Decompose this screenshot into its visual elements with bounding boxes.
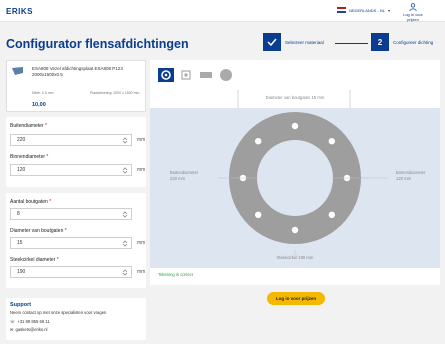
bolt-diameter-label: Diameter van boutgaten *: [10, 228, 67, 234]
bolt-count-label: Aantal boutgaten *: [10, 199, 52, 205]
bolt-hole: [291, 122, 299, 130]
gasket-sheet-icon: [12, 67, 23, 75]
support-email-address: gaskets@eriks.nl: [15, 327, 48, 332]
top-bar: ERIKS NEDERLANDS - NL ▾ Log in voor prij…: [0, 0, 445, 22]
bolt-hole: [291, 226, 299, 234]
stepper: Selecteer materiaal 2 Configureer dichti…: [263, 33, 443, 53]
dim-label-bolt-holes: Diameter van boutgaten 15 mm: [265, 95, 325, 100]
product-sheet-size: Plaatafmeting: 2000 x 1500 mm: [90, 91, 140, 95]
circle-shape-icon: [220, 69, 232, 81]
gasket-inner-hole: [257, 140, 333, 216]
stepper-arrows-icon[interactable]: [122, 211, 128, 218]
gasket-drawing-panel: Diameter van boutgaten 15 mm Buitendiame…: [150, 60, 440, 285]
support-phone[interactable]: ☏ +31 88 855 66 11: [10, 319, 50, 324]
step-1-done[interactable]: [263, 33, 281, 51]
user-icon: [409, 3, 417, 11]
chevron-down-icon: ▾: [388, 7, 391, 13]
pitch-circle-label: Steekcirkel diameter *: [10, 257, 59, 263]
step-2-label: Configureer dichting: [393, 40, 434, 45]
shape-tab-rectangle[interactable]: [198, 68, 214, 82]
support-text: Neem contact op met onze specialisten vo…: [10, 310, 107, 315]
login-label: Log in voor prijzen: [403, 12, 423, 22]
step-connector: [335, 43, 368, 44]
inner-diameter-input[interactable]: 120: [10, 164, 132, 176]
bolt-holes-form: Aantal boutgaten * 8 Diameter van boutga…: [6, 193, 146, 288]
bolt-diameter-input[interactable]: 15: [10, 237, 132, 249]
product-card: ESA808 Vezel afdichtingsplaat ESA808 P12…: [6, 60, 146, 112]
pitch-circle-input[interactable]: 190: [10, 266, 132, 278]
dim-label-inner: Binnendiameter 120 mm: [396, 170, 426, 181]
bolt-hole: [328, 211, 335, 218]
rect-shape-icon: [200, 72, 212, 78]
step-2-active: 2: [371, 33, 389, 51]
netherlands-flag-icon: [337, 7, 346, 13]
shape-selector: [158, 68, 234, 82]
product-thickness: Dikte: 0.5 mm: [32, 91, 54, 95]
inner-diameter-label: Binnendiameter *: [10, 154, 49, 160]
shape-tab-ring[interactable]: [158, 68, 174, 82]
stepper-arrows-icon[interactable]: [122, 167, 128, 174]
step-1-label[interactable]: Selecteer materiaal: [285, 40, 324, 45]
stepper-arrows-icon[interactable]: [122, 240, 128, 247]
validation-message: Tekening is correct: [158, 272, 193, 277]
stepper-arrows-icon[interactable]: [122, 137, 128, 144]
phone-icon: ☏: [10, 319, 16, 324]
shape-tab-circle[interactable]: [218, 68, 234, 82]
square-shape-icon: [181, 70, 191, 80]
bolt-diameter-unit: mm: [137, 240, 146, 246]
outer-diameter-input[interactable]: 220: [10, 134, 132, 146]
bolt-count-input[interactable]: 8: [10, 208, 132, 220]
outer-diameter-label: Buitendiameter *: [10, 123, 47, 129]
support-title: Support: [10, 302, 32, 308]
login-for-prices-button[interactable]: Log in voor prijzen: [267, 292, 325, 305]
diameter-form: Buitendiameter * 220 mm Binnendiameter *…: [6, 117, 146, 187]
outer-diameter-unit: mm: [137, 137, 146, 143]
bolt-hole: [255, 211, 262, 218]
bolt-hole: [255, 138, 262, 145]
bolt-hole: [328, 138, 335, 145]
login-link[interactable]: Log in voor prijzen: [400, 3, 426, 22]
ring-shape-icon: [161, 70, 171, 80]
dim-label-pitch: Steekcirkel 190 mm: [276, 255, 314, 260]
eriks-logo[interactable]: ERIKS: [6, 7, 33, 16]
mail-icon: ✉: [10, 327, 14, 332]
pitch-circle-unit: mm: [137, 269, 146, 275]
support-phone-number: +31 88 855 66 11: [17, 319, 50, 324]
checkmark-icon: [267, 38, 277, 46]
support-box: Support Neem contact op met onze special…: [6, 298, 146, 340]
dim-label-outer: Buitendiameter 220 mm: [170, 170, 199, 181]
stepper-arrows-icon[interactable]: [122, 269, 128, 276]
support-email[interactable]: ✉ gaskets@eriks.nl: [10, 327, 47, 332]
product-name: ESA808 Vezel afdichtingsplaat ESA808 P12…: [32, 66, 123, 77]
shape-tab-square[interactable]: [178, 68, 194, 82]
language-label: NEDERLANDS - NL: [349, 7, 386, 13]
inner-diameter-unit: mm: [137, 167, 146, 173]
product-price: 10,00: [32, 102, 46, 108]
page-title: Configurator flensafdichtingen: [6, 37, 189, 51]
language-selector[interactable]: NEDERLANDS - NL ▾: [337, 7, 390, 13]
